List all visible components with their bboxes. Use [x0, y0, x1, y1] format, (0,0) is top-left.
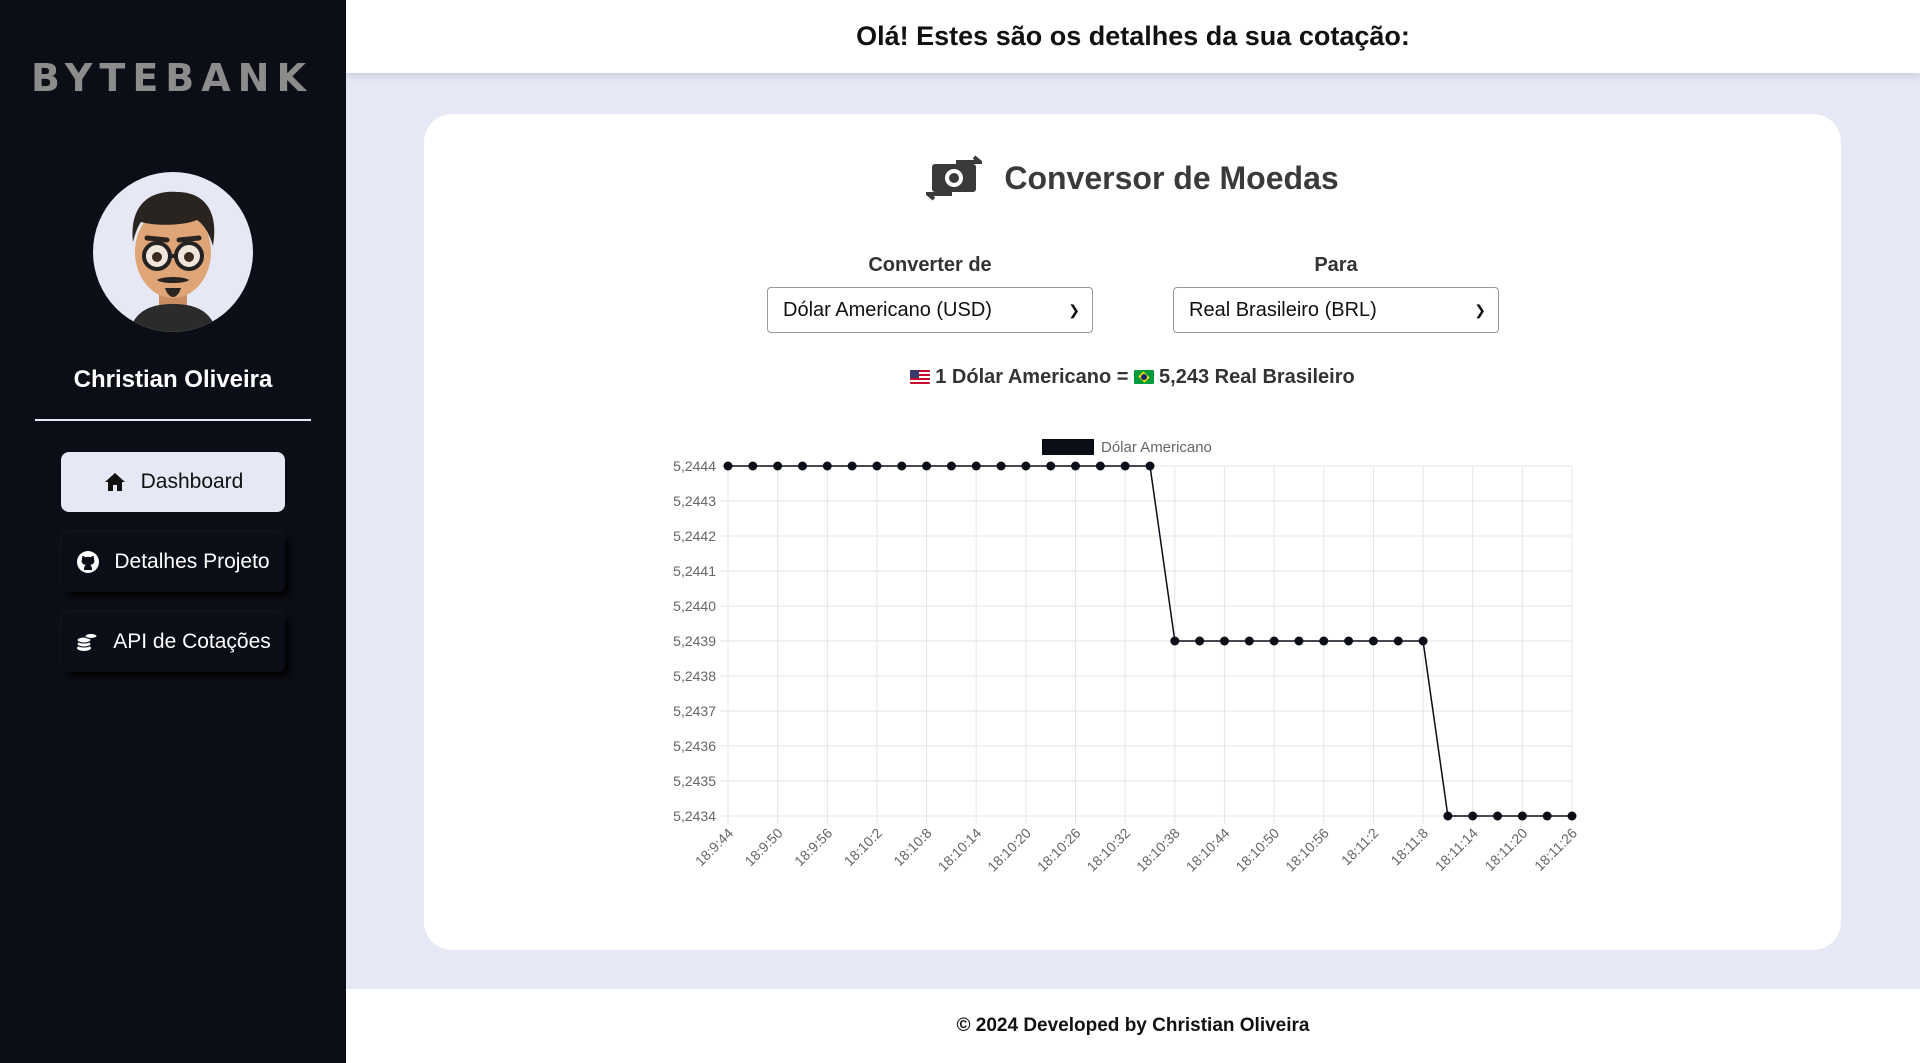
x-tick-label: 18:10:50 [1232, 825, 1282, 875]
x-tick-label: 18:10:32 [1083, 825, 1133, 875]
x-tick-label: 18:11:8 [1388, 825, 1432, 869]
data-point [1021, 461, 1031, 471]
data-point [773, 461, 783, 471]
data-point [1046, 461, 1056, 471]
y-tick-label: 5,2443 [673, 493, 716, 509]
nav-api-cotacoes-button[interactable]: API de Cotações [61, 612, 285, 672]
data-point [971, 461, 981, 471]
github-icon [77, 551, 100, 573]
y-tick-label: 5,2436 [673, 738, 716, 754]
data-point [1244, 636, 1254, 646]
logo-text: BYTEBANK [31, 55, 313, 100]
nav-detalhes-projeto-button[interactable]: Detalhes Projeto [61, 532, 285, 592]
data-point [872, 461, 882, 471]
nav-dashboard-label: Dashboard [140, 470, 244, 493]
user-name: Christian Oliveira [73, 366, 273, 393]
x-tick-label: 18:9:44 [692, 825, 736, 869]
data-point [946, 461, 956, 471]
page-title: Olá! Estes são os detalhes da sua cotaçã… [856, 21, 1410, 51]
x-tick-label: 18:11:26 [1531, 825, 1580, 874]
x-tick-label: 18:11:2 [1338, 825, 1382, 869]
y-tick-label: 5,2434 [673, 808, 716, 824]
home-icon [104, 473, 125, 491]
x-tick-label: 18:10:2 [841, 825, 885, 869]
rate-history-chart: 5,2444 5,2443 5,2442 5,2441 5,2440 5,2439 5,24… [673, 439, 1580, 875]
x-tick-label: 18:10:38 [1133, 825, 1183, 875]
y-tick-label: 5,2441 [673, 563, 716, 579]
data-point [1294, 636, 1304, 646]
data-point [1468, 811, 1478, 821]
data-point [748, 461, 758, 471]
data-point [822, 461, 832, 471]
avatar-illustration [129, 191, 217, 332]
page-header: Olá! Estes são os detalhes da sua cotaçã… [346, 0, 1920, 73]
data-point [1393, 636, 1403, 646]
avatar [93, 172, 253, 332]
data-point [1418, 636, 1428, 646]
x-tick-label: 18:9:56 [791, 825, 835, 869]
data-point [797, 461, 807, 471]
y-tick-label: 5,2439 [673, 633, 716, 649]
data-point [897, 461, 907, 471]
data-point [1145, 461, 1155, 471]
x-tick-label: 18:9:50 [741, 825, 785, 869]
legend-swatch [1042, 439, 1094, 455]
y-tick-label: 5,2435 [673, 773, 716, 789]
data-point [922, 461, 932, 471]
data-point [1095, 461, 1105, 471]
nav-api-cotacoes-label: API de Cotações [113, 630, 271, 653]
data-point [996, 461, 1006, 471]
data-point [1170, 636, 1180, 646]
x-tick-label: 18:11:14 [1432, 825, 1481, 874]
data-point [1319, 636, 1329, 646]
data-point [1120, 461, 1130, 471]
legend-label: Dólar Americano [1101, 439, 1212, 456]
data-point [1443, 811, 1453, 821]
y-tick-label: 5,2442 [673, 528, 716, 544]
data-point [1269, 636, 1279, 646]
y-tick-label: 5,2437 [673, 703, 716, 719]
nav-detalhes-projeto-label: Detalhes Projeto [114, 550, 270, 573]
nav-dashboard-button[interactable]: Dashboard [61, 452, 285, 512]
data-point [847, 461, 857, 471]
x-tick-label: 18:10:20 [984, 825, 1034, 875]
bytebank-logo[interactable]: $ BYTEBANK [31, 40, 310, 115]
data-point [1219, 636, 1229, 646]
data-point [1542, 811, 1552, 821]
coins-icon [76, 633, 98, 651]
data-point [1493, 811, 1503, 821]
x-tick-label: 18:10:56 [1282, 825, 1332, 875]
footer-text: © 2024 Developed by Christian Oliveira [956, 1015, 1310, 1036]
x-tick-label: 18:10:14 [935, 825, 985, 875]
y-tick-label: 5,2444 [673, 458, 716, 474]
data-point [1567, 811, 1577, 821]
x-tick-label: 18:11:20 [1481, 825, 1530, 874]
x-tick-label: 18:10:26 [1034, 825, 1084, 875]
page-footer: © 2024 Developed by Christian Oliveira [346, 989, 1920, 1063]
data-point [723, 461, 733, 471]
data-point [1368, 636, 1378, 646]
y-tick-label: 5,2438 [673, 668, 716, 684]
y-tick-label: 5,2440 [673, 598, 716, 614]
converter-card: Conversor de Moedas Converter de Dólar A… [424, 114, 1841, 950]
sidebar-divider [35, 419, 311, 421]
data-point [1344, 636, 1354, 646]
data-point [1517, 811, 1527, 821]
x-tick-label: 18:10:8 [890, 825, 934, 869]
x-tick-label: 18:10:44 [1183, 825, 1233, 875]
sidebar: $ BYTEBANK Christian Oliveira Dashboard … [0, 0, 346, 1063]
data-point [1195, 636, 1205, 646]
data-point [1071, 461, 1081, 471]
